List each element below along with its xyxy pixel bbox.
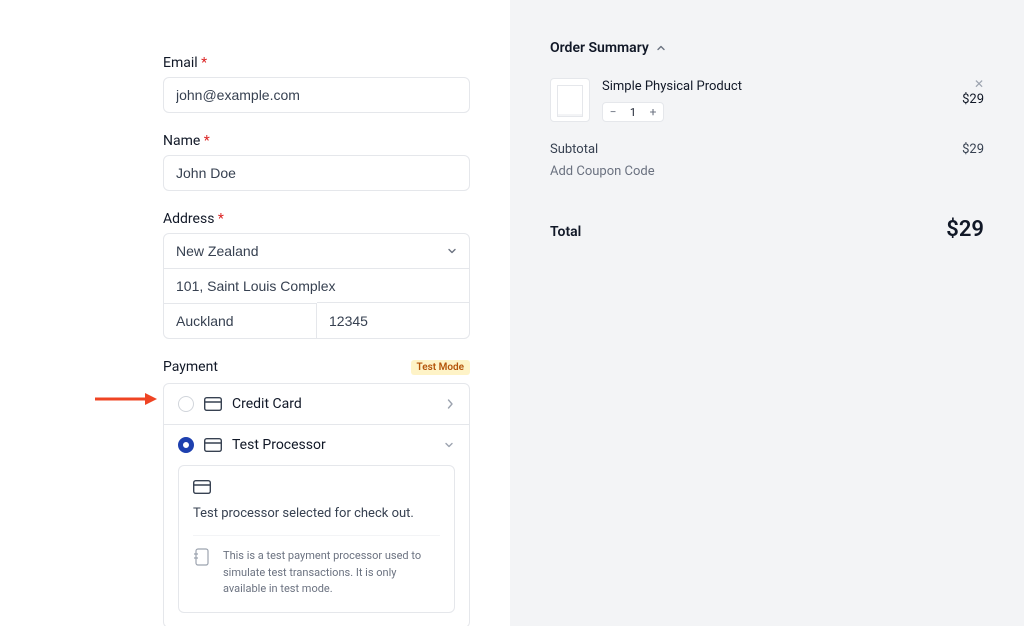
payment-label: Payment: [163, 359, 218, 375]
processor-detail-panel: Test processor selected for check out. T…: [178, 465, 455, 613]
test-mode-badge: Test Mode: [411, 360, 470, 375]
credit-card-icon: [193, 480, 211, 494]
qty-value: 1: [623, 106, 643, 119]
country-select[interactable]: [163, 233, 470, 269]
product-name: Simple Physical Product: [602, 78, 950, 96]
email-input[interactable]: [163, 77, 470, 113]
chevron-down-icon: [443, 439, 455, 451]
qty-decrease-button[interactable]: −: [603, 103, 623, 121]
city-input[interactable]: [163, 303, 317, 339]
payment-option-label: Credit Card: [232, 396, 435, 412]
credit-card-icon: [204, 397, 222, 411]
payment-option-credit-card[interactable]: Credit Card: [164, 384, 469, 424]
address-line1-input[interactable]: [163, 268, 470, 304]
order-summary-label: Order Summary: [550, 40, 649, 56]
processor-note-text: This is a test payment processor used to…: [223, 548, 440, 598]
annotation-arrow: [95, 392, 157, 406]
email-label: Email *: [163, 55, 470, 71]
address-label: Address *: [163, 211, 470, 227]
chevron-up-icon: [655, 42, 667, 54]
order-summary-toggle[interactable]: Order Summary: [550, 40, 984, 56]
postal-input[interactable]: [317, 302, 470, 339]
chevron-right-icon: [445, 398, 455, 410]
quantity-stepper[interactable]: − 1 +: [602, 102, 664, 122]
item-price: $29: [962, 92, 984, 107]
name-label: Name *: [163, 133, 470, 149]
radio-selected-icon: [178, 437, 194, 453]
total-value: $29: [946, 217, 984, 242]
total-label: Total: [550, 224, 581, 240]
document-icon: [193, 548, 211, 568]
name-input[interactable]: [163, 155, 470, 191]
add-coupon-link[interactable]: Add Coupon Code: [550, 164, 655, 179]
credit-card-icon: [204, 438, 222, 452]
order-item: Simple Physical Product − 1 + ✕ $29: [550, 78, 984, 122]
subtotal-label: Subtotal: [550, 142, 598, 157]
processor-selected-text: Test processor selected for check out.: [193, 506, 440, 521]
radio-unselected-icon: [178, 396, 194, 412]
subtotal-value: $29: [962, 142, 984, 157]
payment-option-test-processor[interactable]: Test Processor: [164, 424, 469, 465]
product-thumbnail: [550, 78, 590, 122]
remove-item-button[interactable]: ✕: [974, 78, 984, 90]
qty-increase-button[interactable]: +: [643, 103, 663, 121]
payment-option-label: Test Processor: [232, 437, 433, 453]
